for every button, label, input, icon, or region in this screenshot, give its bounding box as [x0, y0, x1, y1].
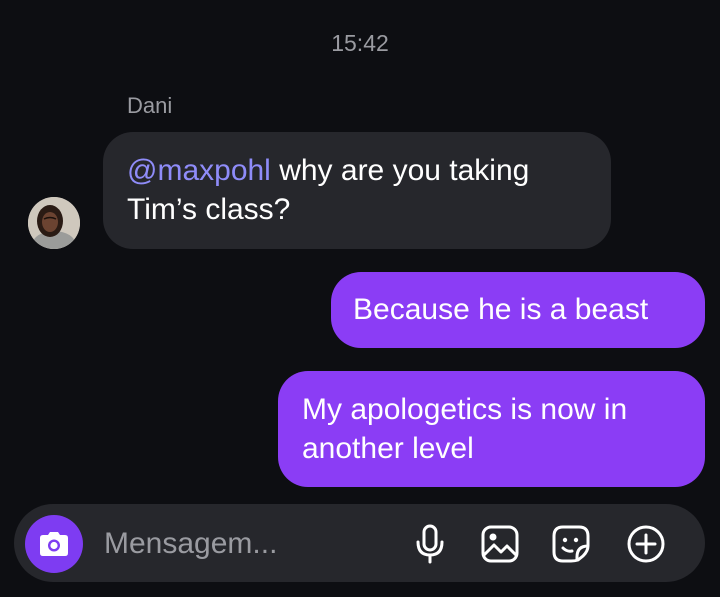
microphone-icon [416, 524, 444, 564]
message-composer [14, 504, 705, 582]
outgoing-message-bubble[interactable]: My apologetics is now in another level [278, 371, 705, 487]
sticker-icon [552, 525, 590, 563]
add-button[interactable] [624, 522, 668, 566]
sender-name: Dani [127, 93, 173, 118]
thread-timestamp: 15:42 [331, 30, 389, 56]
incoming-message-bubble[interactable]: @maxpohl why are you taking Tim’s class? [103, 132, 611, 249]
message-input[interactable] [104, 526, 394, 562]
incoming-message-text: why are you taking [270, 154, 530, 187]
plus-circle-icon [627, 525, 665, 563]
avatar[interactable] [28, 197, 80, 249]
camera-icon [40, 532, 68, 556]
camera-button[interactable] [25, 515, 83, 573]
incoming-message-text-line2: Tim’s class? [127, 193, 291, 226]
avatar-photo [28, 197, 80, 249]
outgoing-message-bubble[interactable]: Because he is a beast [331, 272, 705, 348]
mention-link[interactable]: @maxpohl [127, 154, 271, 187]
gallery-button[interactable] [478, 522, 522, 566]
gallery-icon [481, 525, 519, 563]
sticker-button[interactable] [549, 522, 593, 566]
microphone-button[interactable] [408, 522, 452, 566]
outgoing-message-text: Because he is a beast [353, 293, 649, 326]
outgoing-message-text: My apologetics is now in another level [302, 393, 628, 465]
